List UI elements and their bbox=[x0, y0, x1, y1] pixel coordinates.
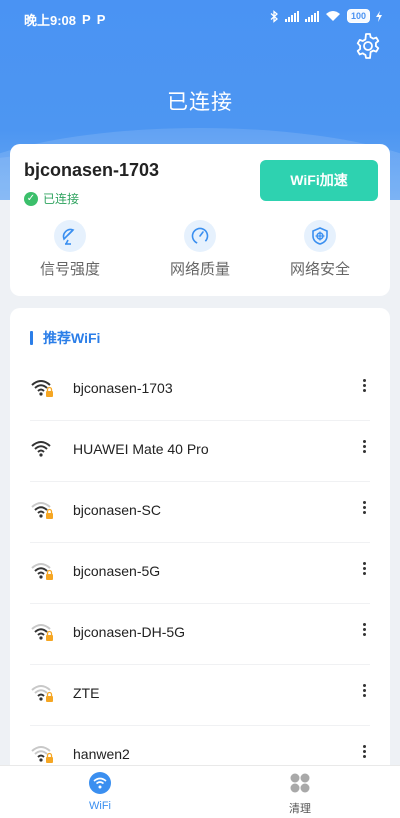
connection-status: ✓ 已连接 bbox=[24, 190, 79, 207]
tab-label: WiFi bbox=[89, 800, 111, 812]
grid-icon bbox=[290, 773, 310, 793]
more-options-icon[interactable] bbox=[358, 377, 370, 401]
recommended-wifi-card: 推荐WiFi bjconasen-1703 HUAWEI Mate 40 Pro bbox=[10, 308, 390, 778]
parking-icon: P bbox=[96, 12, 106, 27]
wifi-boost-button[interactable]: WiFi加速 bbox=[260, 160, 378, 201]
wifi-list-item[interactable]: bjconasen-5G bbox=[30, 542, 370, 604]
more-options-icon[interactable] bbox=[358, 743, 370, 767]
status-bar: 晚上9:08 P P 100 bbox=[0, 0, 400, 36]
parking-icon: P bbox=[82, 12, 91, 27]
wifi-list-item[interactable]: bjconasen-SC bbox=[30, 481, 370, 543]
section-title-label: 推荐WiFi bbox=[43, 330, 101, 346]
more-options-icon[interactable] bbox=[358, 560, 370, 584]
more-options-icon[interactable] bbox=[358, 499, 370, 523]
more-options-icon[interactable] bbox=[358, 682, 370, 706]
shield-icon bbox=[304, 220, 336, 252]
feature-network-security[interactable]: 网络安全 bbox=[260, 220, 380, 279]
section-accent-bar bbox=[30, 331, 33, 345]
settings-gear-icon[interactable] bbox=[354, 32, 382, 60]
cell-signal-icon bbox=[284, 10, 299, 22]
wifi-list-item[interactable]: HUAWEI Mate 40 Pro bbox=[30, 420, 370, 482]
feature-signal-strength[interactable]: 信号强度 bbox=[10, 220, 130, 279]
tab-clean[interactable]: 清理 bbox=[260, 772, 340, 816]
wifi-locked-icon bbox=[31, 746, 53, 763]
feature-label: 网络质量 bbox=[169, 261, 230, 278]
wifi-ssid: bjconasen-5G bbox=[73, 563, 161, 579]
wifi-ssid: bjconasen-1703 bbox=[73, 380, 173, 396]
bluetooth-icon bbox=[270, 9, 278, 23]
wifi-icon bbox=[31, 441, 51, 457]
connected-ssid: bjconasen-1703 bbox=[24, 160, 160, 180]
tab-label: 清理 bbox=[289, 803, 311, 815]
wifi-ssid: bjconasen-SC bbox=[73, 502, 161, 518]
wifi-locked-icon bbox=[31, 380, 53, 397]
check-icon: ✓ bbox=[24, 191, 38, 206]
charging-icon bbox=[376, 10, 382, 22]
satellite-icon bbox=[54, 220, 86, 252]
wifi-ssid: hanwen2 bbox=[73, 746, 130, 762]
connection-status-label: 已连接 bbox=[43, 192, 80, 206]
wifi-list-item[interactable]: ZTE bbox=[30, 664, 370, 726]
feature-label: 信号强度 bbox=[39, 261, 100, 278]
wifi-list-item[interactable]: bjconasen-DH-5G bbox=[30, 603, 370, 665]
wifi-icon bbox=[89, 772, 111, 794]
wifi-locked-icon bbox=[31, 624, 53, 641]
page-title: 已连接 bbox=[167, 91, 233, 114]
battery-icon: 100 bbox=[346, 9, 370, 23]
wifi-locked-icon bbox=[31, 685, 53, 702]
status-time: 晚上9:08 bbox=[24, 13, 77, 28]
wifi-ssid: HUAWEI Mate 40 Pro bbox=[73, 441, 209, 457]
wifi-status-icon bbox=[325, 11, 340, 21]
speedometer-icon bbox=[184, 220, 216, 252]
wifi-ssid: ZTE bbox=[73, 685, 100, 701]
connection-card: bjconasen-1703 ✓ 已连接 WiFi加速 信号强度 网络质量 网络… bbox=[10, 144, 390, 296]
wifi-locked-icon bbox=[31, 563, 53, 580]
bottom-tab-bar: WiFi 清理 bbox=[0, 765, 400, 818]
section-title: 推荐WiFi bbox=[30, 328, 100, 348]
wifi-locked-icon bbox=[31, 502, 53, 519]
more-options-icon[interactable] bbox=[358, 621, 370, 645]
feature-label: 网络安全 bbox=[289, 261, 350, 278]
tab-wifi[interactable]: WiFi bbox=[60, 772, 140, 812]
feature-network-quality[interactable]: 网络质量 bbox=[140, 220, 260, 279]
wifi-ssid: bjconasen-DH-5G bbox=[73, 624, 186, 640]
wifi-list-item[interactable]: bjconasen-1703 bbox=[30, 359, 370, 421]
more-options-icon[interactable] bbox=[358, 438, 370, 462]
cell-signal-icon bbox=[304, 10, 319, 22]
